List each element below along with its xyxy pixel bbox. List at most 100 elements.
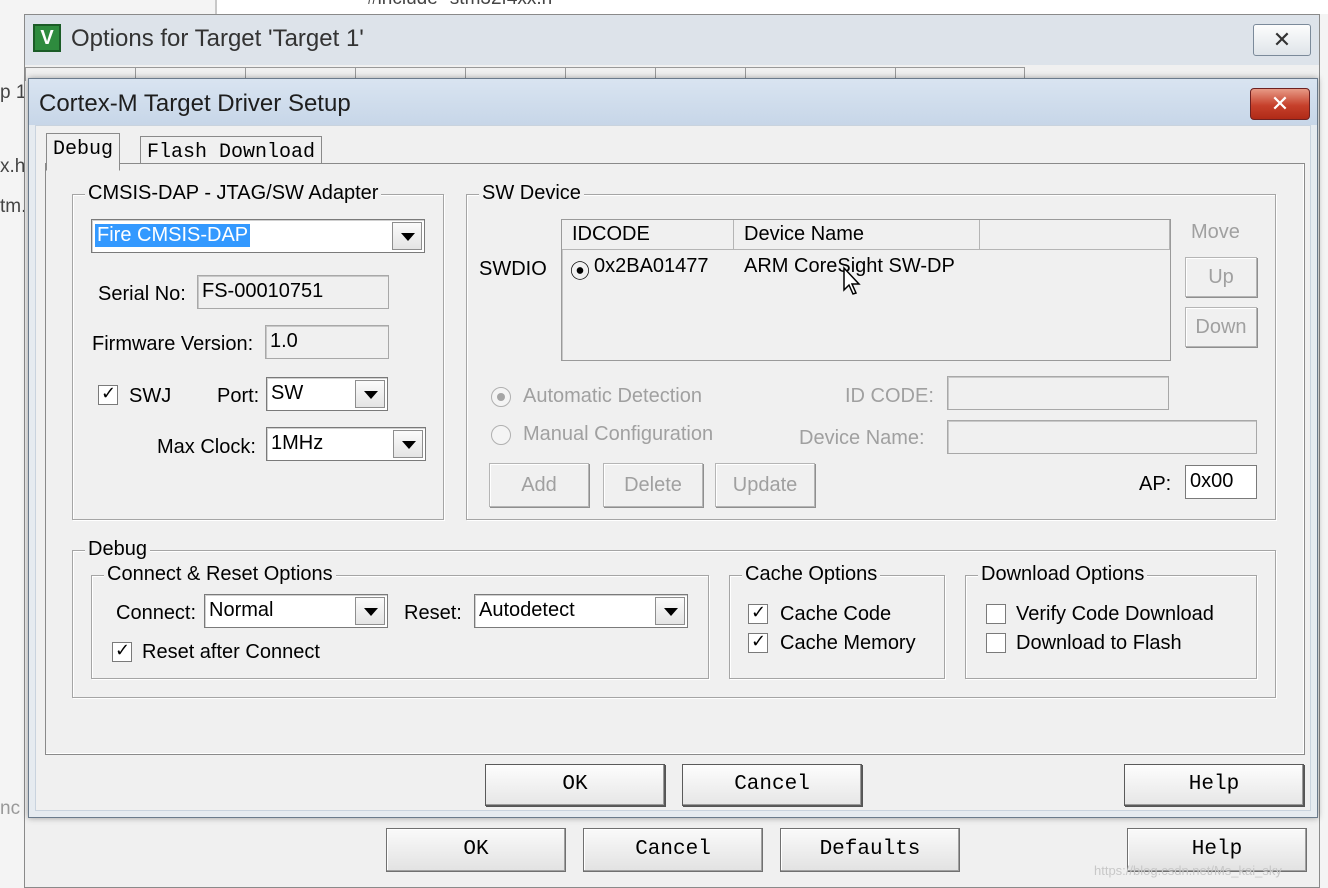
adapter-select-dropdown[interactable] [392,222,422,250]
help-button[interactable]: Help [1124,764,1304,806]
cache-memory-label: Cache Memory [780,632,916,654]
reset-select[interactable]: Autodetect [474,594,688,628]
connect-reset-group-label: Connect & Reset Options [104,563,336,586]
device-idcode: 0x2BA01477 [594,255,709,277]
code-line: #include "stm32f4xx.h" [367,0,559,10]
swj-label: SWJ [129,385,172,407]
cache-options-group: Cache Options ✓ Cache Code ✓ Cache Memor… [729,563,945,679]
reset-label: Reset: [404,602,462,624]
download-to-flash-checkbox[interactable] [986,633,1006,653]
debug-tab-panel: CMSIS-DAP - JTAG/SW Adapter Fire CMSIS-D… [45,163,1305,755]
cache-memory-checkbox[interactable]: ✓ [748,631,768,653]
automatic-detection-label: Automatic Detection [523,385,702,407]
port-select[interactable]: SW [266,377,388,411]
output-fragment: nc [0,798,21,819]
dialog-title: Cortex-M Target Driver Setup [39,90,351,117]
reset-after-connect-checkbox[interactable]: ✓ [112,640,132,662]
ap-label: AP: [1139,473,1172,495]
outer-defaults-button[interactable]: Defaults [780,828,960,872]
connect-select[interactable]: Normal [204,594,388,628]
download-options-group-label: Download Options [978,563,1148,586]
debug-group-label: Debug [85,538,150,561]
watermark: https://blog.csdn.net/Ms_kai_sky [1094,863,1282,878]
automatic-detection-radio[interactable] [491,387,511,407]
column-header-idcode[interactable]: IDCODE [562,220,734,250]
column-header-empty [980,220,1170,250]
device-name-label: Device Name: [799,427,925,449]
outer-cancel-button[interactable]: Cancel [583,828,763,872]
serial-field: FS-00010751 [197,275,389,309]
cancel-button[interactable]: Cancel [682,764,862,806]
move-label: Move [1191,221,1240,243]
mouse-cursor-icon [843,266,861,295]
swj-checkbox[interactable]: ✓ [98,383,118,405]
connect-value: Normal [209,599,274,621]
checkmark-icon: ✓ [751,602,767,622]
port-select-dropdown[interactable] [355,380,385,408]
close-icon: ✕ [1272,27,1292,52]
move-down-button[interactable]: Down [1185,307,1257,347]
radio-dot-icon [497,393,505,401]
cache-code-checkbox[interactable]: ✓ [748,602,768,624]
project-tree-fragment: x.h [0,156,26,177]
id-code-field[interactable] [947,376,1169,410]
device-name-field[interactable] [947,420,1257,454]
serial-label: Serial No: [98,283,186,305]
project-tree-fragment: tm. [0,196,27,217]
verify-code-download-checkbox[interactable] [986,604,1006,624]
keil-uvision-icon: V [33,24,61,52]
device-list[interactable]: IDCODE Device Name ⦿ 0x2BA01477 ARM Core… [561,219,1171,361]
ok-button[interactable]: OK [485,764,665,806]
close-icon: ✕ [1270,91,1290,116]
verify-code-download-label: Verify Code Download [1016,603,1214,625]
dialog-body: Debug Flash Download CMSIS-DAP - JTAG/SW… [35,125,1311,811]
connect-reset-group: Connect & Reset Options Connect: Normal … [91,563,709,679]
manual-configuration-radio[interactable] [491,425,511,445]
ap-field[interactable]: 0x00 [1185,465,1257,499]
manual-configuration-label: Manual Configuration [523,423,714,445]
chevron-down-icon [664,608,678,616]
outer-ok-button[interactable]: OK [386,828,566,872]
chevron-down-icon [401,233,415,241]
ap-value: 0x00 [1190,470,1234,492]
radio-selected-icon: ⦿ [570,261,590,283]
tab-debug[interactable]: Debug [46,133,121,171]
reset-select-dropdown[interactable] [655,597,685,625]
chevron-down-icon [364,391,378,399]
checkmark-icon: ✓ [101,383,117,403]
firmware-label: Firmware Version: [92,333,254,355]
reset-value: Autodetect [479,599,575,621]
update-button[interactable]: Update [715,463,815,507]
debug-group: Debug Connect & Reset Options Connect: N… [72,538,1276,698]
device-row[interactable]: ⦿ 0x2BA01477 ARM CoreSight SW-DP [570,254,1160,283]
adapter-group-label: CMSIS-DAP - JTAG/SW Adapter [85,182,382,205]
adapter-select[interactable]: Fire CMSIS-DAP [91,219,425,253]
cache-options-group-label: Cache Options [742,563,881,586]
id-code-label: ID CODE: [845,385,934,407]
reset-after-connect-label: Reset after Connect [142,641,320,663]
download-to-flash-label: Download to Flash [1016,632,1182,654]
serial-value: FS-00010751 [202,280,324,302]
max-clock-select[interactable]: 1MHz [266,427,426,461]
code-editor-strip: #include "stm32f4xx.h" [215,0,1328,14]
column-header-device-name[interactable]: Device Name [734,220,980,250]
max-clock-value: 1MHz [271,432,324,454]
dialog-title-bar: Cortex-M Target Driver Setup ✕ [29,79,1317,125]
port-label: Port: [217,385,260,407]
connect-label: Connect: [116,602,197,624]
delete-button[interactable]: Delete [603,463,703,507]
chevron-down-icon [364,608,378,616]
add-button[interactable]: Add [489,463,589,507]
swdio-label: SWDIO [479,258,547,280]
outer-dialog-title: Options for Target 'Target 1' [71,25,364,52]
firmware-field: 1.0 [265,325,389,359]
checkmark-icon: ✓ [115,640,131,660]
connect-select-dropdown[interactable] [355,597,385,625]
dialog-close-button[interactable]: ✕ [1250,88,1310,120]
download-options-group: Download Options Verify Code Download Do… [965,563,1257,679]
adapter-select-value: Fire CMSIS-DAP [95,224,251,247]
max-clock-select-dropdown[interactable] [393,430,423,458]
max-clock-label: Max Clock: [157,436,256,458]
outer-close-button[interactable]: ✕ [1253,24,1311,56]
move-up-button[interactable]: Up [1185,257,1257,297]
